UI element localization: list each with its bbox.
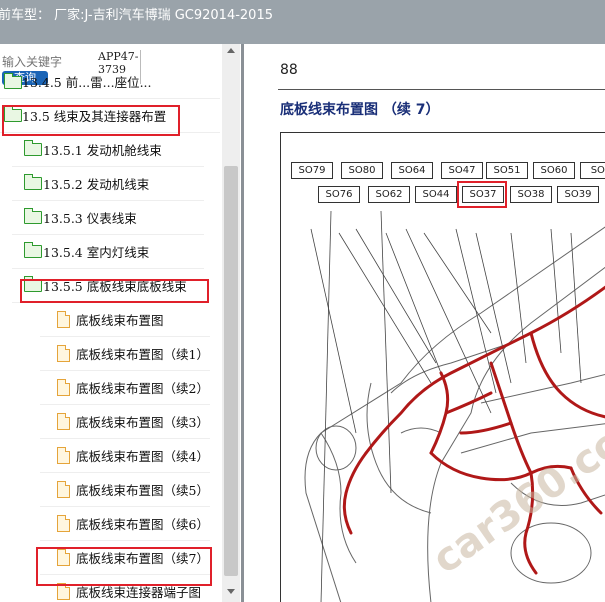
document-view: 88 底板线束布置图 （续 7） car360.com SO79 SO80 SO… <box>244 44 605 602</box>
tree-item-label: 13.5.3 仪表线束 <box>43 211 137 226</box>
tree-item-doc[interactable]: 底板线束布置图（续5） <box>40 472 210 507</box>
folder-icon <box>24 208 42 224</box>
header-rule <box>278 89 605 90</box>
connector-tag: SO47 <box>441 162 483 179</box>
tree-item-doc[interactable]: 底板线束布置图（续2） <box>40 370 210 405</box>
document-icon <box>57 345 70 362</box>
document-icon <box>57 515 70 532</box>
window-titlebar: 前车型： 厂家:J-吉利汽车博瑞 GC92014-2015 <box>0 0 605 44</box>
highlight-box <box>20 279 209 303</box>
scroll-down-icon[interactable] <box>227 589 235 594</box>
tree-item[interactable]: 13.4.5 前...雷...座位... <box>0 64 220 99</box>
tree-item-doc[interactable]: 底板线束布置图 <box>40 302 210 337</box>
tree-item-doc[interactable]: 底板线束布置图（续1） <box>40 336 210 371</box>
page-number: 88 <box>280 62 298 78</box>
connector-tag: SO80 <box>341 162 383 179</box>
tree-item-13-5-3[interactable]: 13.5.3 仪表线束 <box>12 200 204 235</box>
document-icon <box>57 481 70 498</box>
tree-item-13-5-4[interactable]: 13.5.4 室内灯线束 <box>12 234 204 269</box>
document-title: 底板线束布置图 （续 7） <box>280 102 440 118</box>
window-title: 前车型： 厂家:J-吉利汽车博瑞 GC92014-2015 <box>0 8 273 23</box>
connector-tag: SO76 <box>318 186 360 203</box>
tree-item-13-5-2[interactable]: 13.5.2 发动机线束 <box>12 166 204 201</box>
highlight-box <box>2 105 180 136</box>
connector-tag: SO44 <box>415 186 457 203</box>
tree-item-label: 底板线束布置图（续5） <box>76 483 209 498</box>
tree-item-13-5-1[interactable]: 13.5.1 发动机舱线束 <box>12 132 204 167</box>
document-icon <box>57 379 70 396</box>
connector-tag: SO62 <box>368 186 410 203</box>
tree-scrollbar[interactable] <box>222 44 240 602</box>
document-icon <box>57 447 70 464</box>
navigation-pane: 查询 APP47-3739 13.4.5 前...雷...座位... 13.5 … <box>0 44 242 602</box>
connector-highlight-box <box>457 181 507 208</box>
connector-tag: SO60 <box>533 162 575 179</box>
tree-item-label: 13.4.5 前...雷...座位... <box>22 75 152 90</box>
tree-item-doc[interactable]: 底板线束布置图（续3） <box>40 404 210 439</box>
connector-tag: SO4 <box>580 162 605 179</box>
tree-item-label: 底板线束布置图（续2） <box>76 381 209 396</box>
connector-tag: SO64 <box>391 162 433 179</box>
tree-item-label: 13.5.4 室内灯线束 <box>43 245 150 260</box>
tree-view: 13.4.5 前...雷...座位... 13.5 线束及其连接器布置 13.5… <box>0 73 222 602</box>
highlight-box <box>36 547 212 586</box>
folder-icon <box>24 242 42 258</box>
folder-icon <box>4 73 22 89</box>
tree-item-label: 底板线束布置图 <box>76 313 164 328</box>
scroll-thumb[interactable] <box>224 166 238 576</box>
tree-item-label: 底板线束布置图（续1） <box>76 347 209 362</box>
document-icon <box>57 311 70 328</box>
scroll-up-icon[interactable] <box>227 48 235 53</box>
diagram-frame: car360.com SO79 SO80 SO64 SO47 SO51 SO60… <box>280 132 605 602</box>
connector-tag: SO39 <box>557 186 599 203</box>
tree-item-label: 13.5.2 发动机线束 <box>43 177 150 192</box>
tree-item-label: 底板线束布置图（续3） <box>76 415 209 430</box>
connector-tag: SO79 <box>291 162 333 179</box>
connector-tag: SO38 <box>510 186 552 203</box>
tree-item-doc[interactable]: 底板线束布置图（续4） <box>40 438 210 473</box>
watermark: car360.com <box>424 395 605 583</box>
harness-diagram: car360.com <box>304 210 605 602</box>
tree-item-doc[interactable]: 底板线束布置图（续6） <box>40 506 210 541</box>
tree-item-label: 13.5.1 发动机舱线束 <box>43 143 162 158</box>
tree-item-label: 底板线束布置图（续6） <box>76 517 209 532</box>
tree-item-label: 底板线束布置图（续4） <box>76 449 209 464</box>
folder-icon <box>24 174 42 190</box>
connector-tag: SO51 <box>486 162 528 179</box>
document-icon <box>57 413 70 430</box>
folder-icon <box>24 140 42 156</box>
